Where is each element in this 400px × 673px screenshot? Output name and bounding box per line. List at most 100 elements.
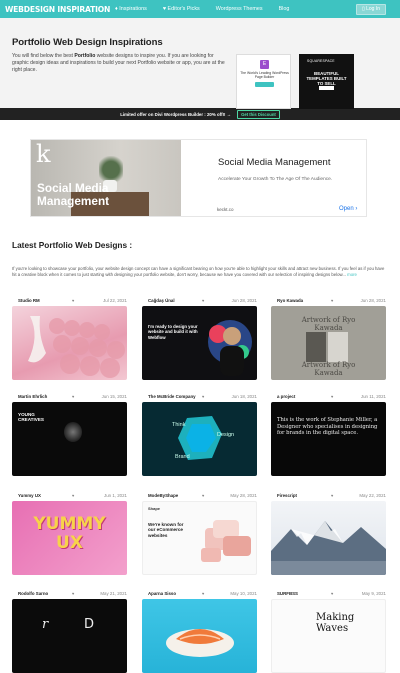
heart-icon[interactable]: ♥ xyxy=(202,394,204,399)
page-title: Portfolio Web Design Inspirations xyxy=(12,37,163,48)
card-thumbnail[interactable]: YUMMY UX xyxy=(12,501,127,575)
card-date: May 9, 2021 xyxy=(361,591,386,596)
card-thumbnail[interactable]: r D xyxy=(12,599,127,673)
design-card[interactable]: The McBride Company ♥ Jun 18, 2021 Think D… xyxy=(142,393,257,476)
heart-icon[interactable]: ♥ xyxy=(72,493,74,498)
nav-wordpress-themes[interactable]: Wordpress Themes xyxy=(216,6,263,12)
ad-open-button[interactable]: Open › xyxy=(339,206,357,212)
thumb-word: Design xyxy=(217,432,235,438)
card-date: Jun 28, 2021 xyxy=(231,298,257,303)
ad-image-headline: Social Media Management xyxy=(37,181,110,208)
elementor-ad[interactable]: E The World's Leading WordPress Page Bui… xyxy=(236,54,291,109)
heart-icon[interactable]: ♥ xyxy=(331,394,333,399)
card-title[interactable]: a project xyxy=(277,394,295,399)
ad-button[interactable] xyxy=(319,86,334,90)
thumb-text: YUMMY UX xyxy=(33,514,106,553)
heart-icon[interactable]: ♥ xyxy=(202,298,204,303)
heart-icon[interactable]: ♥ xyxy=(72,591,74,596)
squarespace-logo: SQUARESPACE xyxy=(307,59,335,63)
heart-icon[interactable]: ♥ xyxy=(72,394,74,399)
promo-text: Limited offer on Divi Wordpress Builder … xyxy=(120,111,232,117)
nav-blog[interactable]: Blog xyxy=(279,6,290,12)
design-card[interactable]: Aparna Sisso ♥ May 10, 2021 xyxy=(142,590,257,673)
thumb-text-2: Artwork of Ryo Kawada xyxy=(301,361,356,377)
card-thumbnail[interactable] xyxy=(12,306,127,380)
thumb-letter: r xyxy=(42,617,49,632)
design-card[interactable]: Ryo Kawada ♥ Jun 28, 2021 Artwork of Ryo K… xyxy=(271,297,386,380)
card-thumbnail[interactable]: YOUNG CREATIVES xyxy=(12,402,127,476)
card-date: Jun 28, 2021 xyxy=(360,298,386,303)
card-date: May 10, 2021 xyxy=(230,591,257,596)
promo-discount-button[interactable]: Get this Discount xyxy=(237,109,280,119)
card-thumbnail[interactable] xyxy=(142,599,257,673)
ad-title: Social Media Management xyxy=(218,157,331,168)
section-title: Latest Portfolio Web Designs : xyxy=(12,240,133,250)
card-title[interactable]: Ryo Kawada xyxy=(277,298,303,303)
ad-headline: BEAUTIFUL TEMPLATES BUILT TO SELL xyxy=(306,71,347,86)
design-card[interactable]: Rodolfo Sarno ♥ May 21, 2021 r D xyxy=(12,590,127,673)
card-title[interactable]: Martin Ehrlich xyxy=(18,394,47,399)
login-button[interactable]: ▯ Log In xyxy=(355,4,386,15)
card-title[interactable]: ModeByShape xyxy=(148,493,178,498)
top-navbar: WEBDESIGN INSPIRATION ♦ Inspirations ♥ E… xyxy=(0,0,400,18)
thumb-text: Artwork of Ryo Kawada xyxy=(301,316,356,332)
main-nav: ♦ Inspirations ♥ Editor's Picks Wordpres… xyxy=(115,6,305,12)
thumb-heading: I'm ready to design your website and bui… xyxy=(148,324,198,340)
card-thumbnail[interactable] xyxy=(271,501,386,575)
design-card[interactable]: a project ♥ Jun 11, 2021 This is the work … xyxy=(271,393,386,476)
ad-subtitle: Accelerate Your Growth To The Age Of The… xyxy=(218,177,333,182)
card-title[interactable]: Aparna Sisso xyxy=(148,591,176,596)
thumb-text: Making Waves xyxy=(316,612,355,634)
card-thumbnail[interactable]: I'm ready to design your website and bui… xyxy=(142,306,257,380)
design-card[interactable]: Yummy UX ♥ Jun 1, 2021 YUMMY UX xyxy=(12,492,127,575)
k-logo-icon: k xyxy=(36,140,51,168)
heart-icon[interactable]: ♥ xyxy=(202,493,204,498)
design-card[interactable]: Cağdaş Ünal ♥ Jun 28, 2021 I'm ready to de… xyxy=(142,297,257,380)
thumb-letter: D xyxy=(84,617,95,632)
card-title[interactable]: Yummy UX xyxy=(18,493,41,498)
thumb-brand: Shape xyxy=(148,506,161,511)
more-link[interactable]: more xyxy=(347,272,357,277)
card-title[interactable]: The McBride Company xyxy=(148,394,196,399)
thumb-text: This is the work of Stephanie Miller, a … xyxy=(277,417,378,437)
heart-icon[interactable]: ♥ xyxy=(331,591,333,596)
elementor-logo-icon: E xyxy=(260,60,269,69)
site-logo[interactable]: WEBDESIGN INSPIRATION xyxy=(5,5,110,14)
card-title[interactable]: Firescript xyxy=(277,493,297,498)
design-card[interactable]: ModeByShape ♥ May 28, 2021 Shape We're kno… xyxy=(142,492,257,575)
design-card[interactable]: Firescript ♥ May 22, 2021 xyxy=(271,492,386,575)
card-date: Jun 1, 2021 xyxy=(104,493,127,498)
design-card[interactable]: SURFBSS ♥ May 9, 2021 Making Waves xyxy=(271,590,386,673)
card-thumbnail[interactable]: This is the work of Stephanie Miller, a … xyxy=(271,402,386,476)
card-title[interactable]: Cağdaş Ünal xyxy=(148,298,175,303)
banner-ad[interactable]: k Social Media Management Social Media M… xyxy=(30,139,367,217)
page-description: You will find below the best Portfolio w… xyxy=(12,53,225,74)
heart-icon[interactable]: ♥ xyxy=(72,298,74,303)
thumb-word: Brand xyxy=(175,454,190,460)
card-date: Jun 15, 2021 xyxy=(101,394,127,399)
heart-icon[interactable]: ♥ xyxy=(202,591,204,596)
design-card[interactable]: Martin Ehrlich ♥ Jun 15, 2021 YOUNG CREATI… xyxy=(12,393,127,476)
ad-button[interactable] xyxy=(255,82,274,87)
card-thumbnail[interactable]: Think Design Brand xyxy=(142,402,257,476)
nav-inspirations[interactable]: ♦ Inspirations xyxy=(115,6,147,12)
card-date: Jun 18, 2021 xyxy=(231,394,257,399)
ad-text: The World's Leading WordPress Page Build… xyxy=(240,71,289,79)
card-date: May 28, 2021 xyxy=(230,493,257,498)
squarespace-ad[interactable]: SQUARESPACE BEAUTIFUL TEMPLATES BUILT TO… xyxy=(299,54,354,109)
card-thumbnail[interactable]: Shape We're known for our eCommerce webs… xyxy=(142,501,257,575)
heart-icon[interactable]: ♥ xyxy=(331,298,333,303)
section-intro: If you're looking to showcase your portf… xyxy=(12,266,385,278)
thumb-text: We're known for our eCommerce websites xyxy=(148,522,184,538)
nav-editors-picks[interactable]: ♥ Editor's Picks xyxy=(163,6,200,12)
heart-icon[interactable]: ♥ xyxy=(331,493,333,498)
card-date: Jul 22, 2021 xyxy=(103,298,127,303)
design-card[interactable]: Studio RM ♥ Jul 22, 2021 xyxy=(12,297,127,380)
card-thumbnail[interactable]: Making Waves xyxy=(271,599,386,673)
card-title[interactable]: Rodolfo Sarno xyxy=(18,591,48,596)
ad-domain: keckt.co xyxy=(217,207,234,212)
card-thumbnail[interactable]: Artwork of Ryo Kawada Artwork of Ryo Kaw… xyxy=(271,306,386,380)
card-title[interactable]: Studio RM xyxy=(18,298,40,303)
promo-bar: Limited offer on Divi Wordpress Builder … xyxy=(0,108,400,120)
card-title[interactable]: SURFBSS xyxy=(277,591,298,596)
